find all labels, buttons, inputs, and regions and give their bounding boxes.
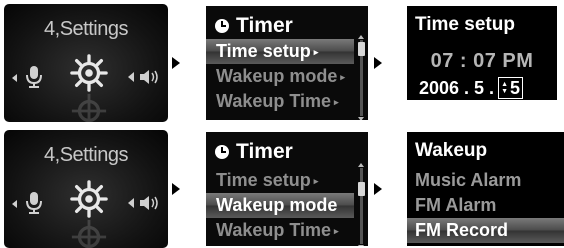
menu-item-wakeup-time[interactable]: Wakeup Time ▸ [206, 218, 354, 243]
wakeup-item-fm-record[interactable]: FM Record [407, 218, 564, 243]
flow-arrow [172, 57, 180, 69]
speaker-icon[interactable] [128, 194, 162, 212]
submenu-arrow-icon: ▸ [334, 97, 339, 107]
settings-title: 4,Settings [44, 144, 128, 166]
speaker-icon[interactable] [128, 68, 162, 86]
day-spinner[interactable]: ▲ ▼ 5 [498, 77, 524, 99]
day-value: 5 [510, 77, 521, 98]
flow-arrow [172, 183, 180, 195]
settings-screen-1: 4,Settings [4, 4, 168, 122]
scrollbar[interactable] [358, 163, 365, 246]
left-arrow-icon[interactable] [12, 74, 17, 82]
flow-arrow [374, 57, 382, 69]
time-setup-screen: Time setup 07 : 07 PM 2006 . 5 . ▲ ▼ 5 [407, 6, 557, 100]
settings-title: 4,Settings [44, 18, 128, 40]
timer-title: Timer [236, 140, 293, 163]
timer-menu-1: Timer Time setup ▸ Wakeup mode ▸ Wakeup Ti… [206, 6, 368, 120]
submenu-arrow-icon: ▸ [313, 176, 319, 186]
up-down-arrow-icon[interactable]: ▲ ▼ [501, 81, 508, 95]
wakeup-screen: Wakeup Music Alarm FM Alarm FM Record [407, 132, 564, 246]
timer-header: Timer [214, 14, 293, 38]
wakeup-title: Wakeup [415, 140, 488, 161]
wakeup-item-music-alarm[interactable]: Music Alarm [407, 168, 564, 193]
time-value[interactable]: 07 : 07 PM [407, 50, 557, 73]
wakeup-item-fm-alarm[interactable]: FM Alarm [407, 193, 564, 218]
menu-item-wakeup-mode[interactable]: Wakeup mode ▸ [206, 64, 354, 89]
submenu-arrow-icon: ▸ [313, 47, 319, 57]
date-row: 2006 . 5 . ▲ ▼ 5 [419, 77, 524, 99]
timer-header: Timer [214, 140, 293, 164]
mic-icon[interactable] [24, 190, 44, 216]
gear-reflection [71, 93, 107, 122]
left-arrow-icon[interactable] [12, 200, 17, 208]
timer-menu-2: Timer Time setup ▸ Wakeup mode Wakeup Tim… [206, 132, 368, 246]
menu-item-wakeup-time[interactable]: Wakeup Time ▸ [206, 89, 354, 114]
mic-icon[interactable] [24, 64, 44, 90]
scrollbar-thumb[interactable] [358, 182, 365, 196]
menu-item-time-setup[interactable]: Time setup ▸ [206, 39, 354, 64]
scrollbar-thumb[interactable] [358, 42, 365, 56]
date-value[interactable]: 2006 . 5 . [419, 78, 494, 99]
submenu-arrow-icon: ▸ [340, 72, 345, 82]
timer-title: Timer [236, 14, 293, 37]
flow-arrow [374, 183, 382, 195]
menu-item-time-setup[interactable]: Time setup ▸ [206, 168, 354, 193]
submenu-arrow-icon: ▸ [334, 226, 339, 236]
gear-icon[interactable] [70, 54, 108, 92]
clock-icon [215, 145, 229, 159]
menu-item-wakeup-mode[interactable]: Wakeup mode [206, 193, 354, 218]
clock-icon [215, 19, 229, 33]
settings-screen-2: 4,Settings [4, 130, 168, 248]
scrollbar[interactable] [358, 35, 365, 120]
time-setup-title: Time setup [415, 14, 515, 35]
gear-icon[interactable] [70, 180, 108, 218]
gear-reflection [71, 219, 107, 248]
